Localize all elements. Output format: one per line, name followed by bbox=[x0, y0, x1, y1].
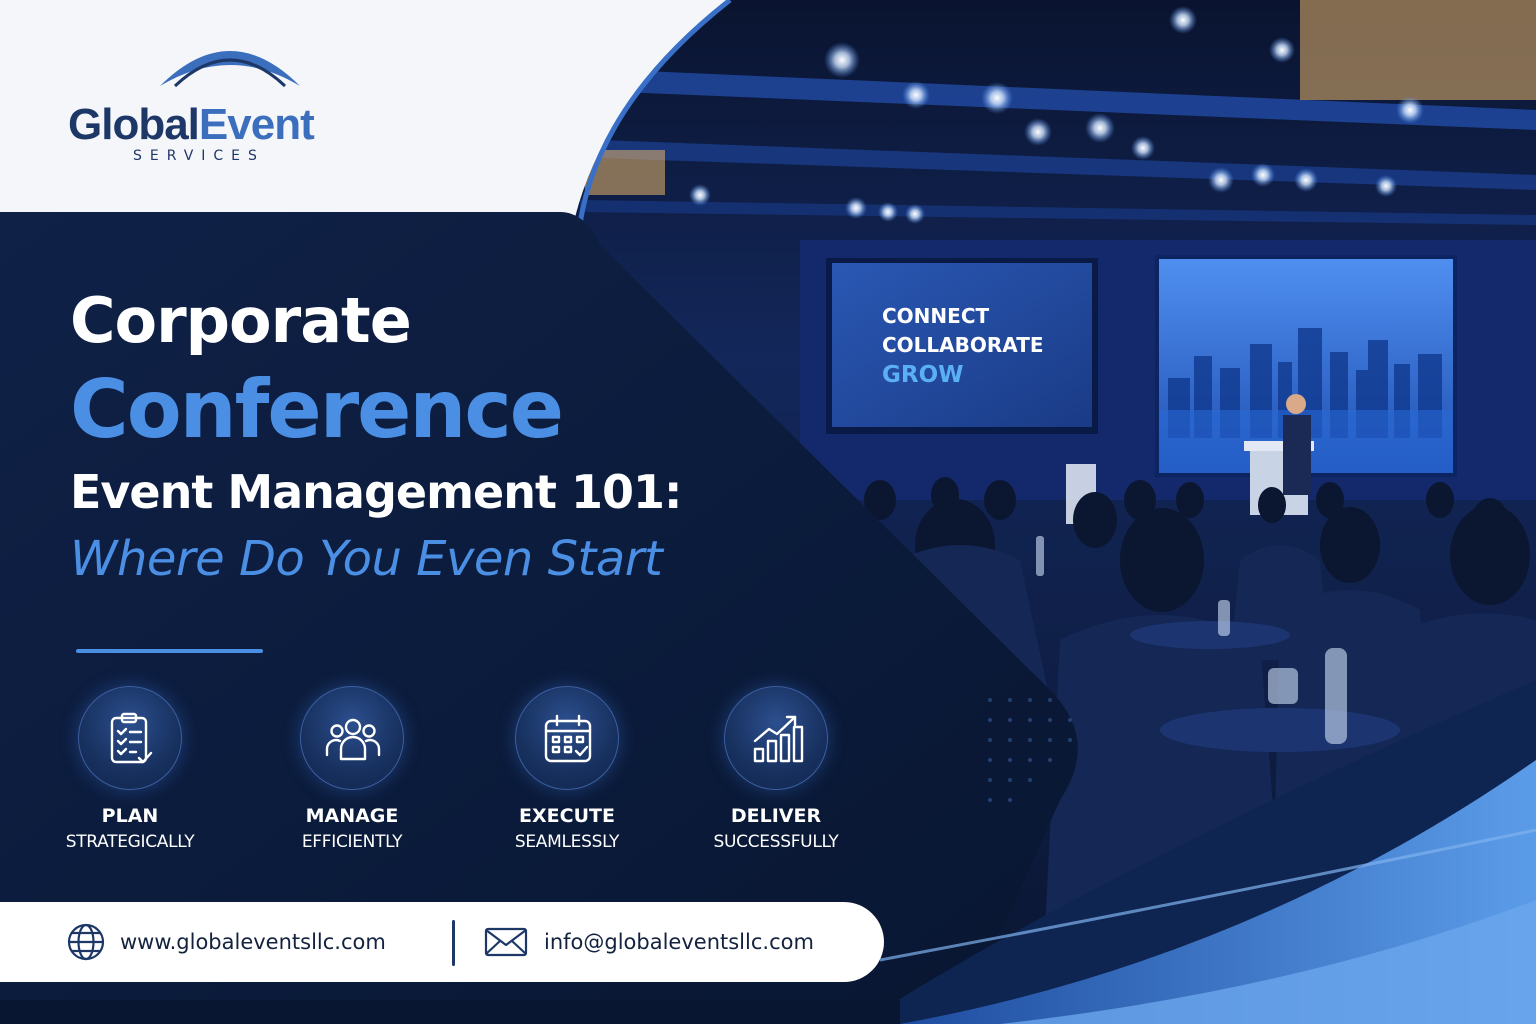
feature-deliver: DELIVER SUCCESSFULLY bbox=[676, 686, 876, 856]
feature-execute-subtitle: SEAMLESSLY bbox=[514, 832, 620, 852]
screen-line-grow: GROW bbox=[882, 362, 964, 388]
feature-plan-title: PLAN bbox=[101, 805, 159, 827]
email-text: info@globaleventsllc.com bbox=[544, 930, 814, 954]
feature-deliver-title: DELIVER bbox=[730, 805, 822, 827]
globe-icon bbox=[67, 923, 105, 961]
screen-line-collaborate: COLLABORATE bbox=[882, 333, 1044, 357]
website-link[interactable]: www.globaleventsllc.com bbox=[66, 902, 386, 982]
headline-line1: Corporate bbox=[70, 284, 412, 357]
feature-deliver-subtitle: SUCCESSFULLY bbox=[713, 832, 839, 852]
headline-line2: Conference bbox=[70, 363, 564, 456]
headline-subtitle: Where Do You Even Start bbox=[70, 531, 663, 587]
feature-execute: EXECUTE SEAMLESSLY bbox=[467, 686, 667, 856]
screen-line-connect: CONNECT bbox=[882, 304, 990, 328]
team-icon bbox=[325, 718, 381, 761]
contact-divider bbox=[452, 920, 455, 966]
feature-execute-title: EXECUTE bbox=[519, 805, 615, 827]
email-link[interactable]: info@globaleventsllc.com bbox=[482, 902, 814, 982]
feature-plan-subtitle: STRATEGICALLY bbox=[65, 832, 195, 852]
headline-line3: Event Management 101: bbox=[70, 465, 682, 519]
clipboard-checklist-icon bbox=[110, 712, 153, 764]
stage-screen-text: CONNECT COLLABORATE GROW bbox=[882, 302, 1044, 390]
brand-name: GlobalEvent bbox=[68, 100, 315, 150]
brand-name-part2: Event bbox=[198, 100, 315, 149]
feature-plan-badge bbox=[78, 686, 182, 790]
headline: Corporate Conference Event Management 10… bbox=[70, 282, 850, 594]
calendar-icon bbox=[544, 714, 592, 763]
feature-manage-title: MANAGE bbox=[305, 805, 399, 827]
contact-bar: www.globaleventsllc.com info@globalevent… bbox=[0, 902, 884, 982]
headline-divider bbox=[76, 649, 263, 653]
brand-logo: GlobalEvent SERVICES bbox=[60, 34, 390, 174]
feature-plan: PLAN STRATEGICALLY bbox=[30, 686, 230, 856]
website-text: www.globaleventsllc.com bbox=[120, 930, 386, 954]
brand-tagline: SERVICES bbox=[133, 148, 265, 164]
logo-arc-icon bbox=[160, 51, 300, 88]
feature-deliver-badge bbox=[724, 686, 828, 790]
feature-manage-badge bbox=[300, 686, 404, 790]
feature-manage-subtitle: EFFICIENTLY bbox=[301, 832, 403, 852]
feature-execute-badge bbox=[515, 686, 619, 790]
brand-name-part1: Global bbox=[68, 100, 200, 149]
feature-manage: MANAGE EFFICIENTLY bbox=[252, 686, 452, 856]
growth-chart-icon bbox=[753, 715, 804, 763]
envelope-icon bbox=[484, 927, 528, 957]
